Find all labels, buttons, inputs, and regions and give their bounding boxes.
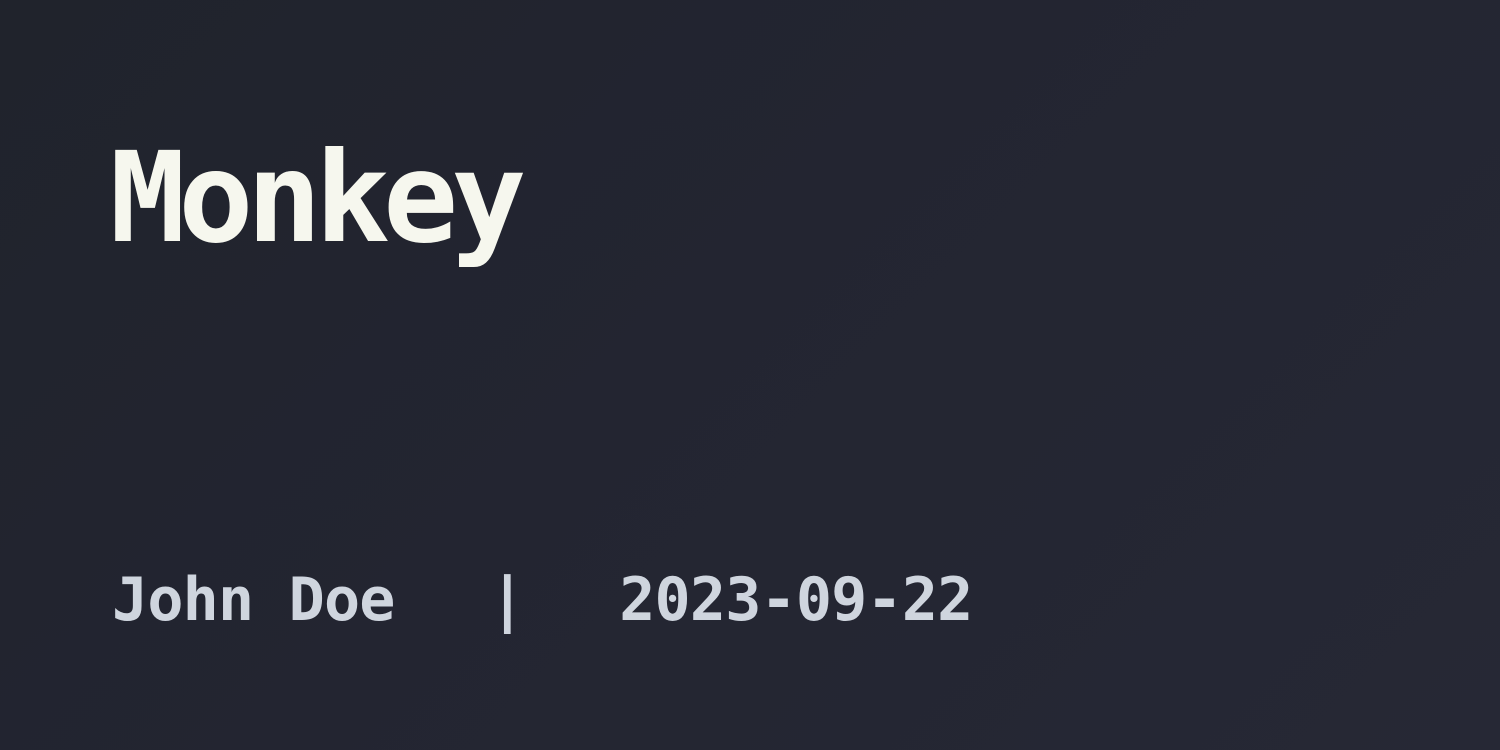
post-meta: John Doe | 2023-09-22 (112, 565, 973, 635)
post-share-card: Monkey John Doe | 2023-09-22 (0, 0, 1500, 750)
meta-separator: | (489, 565, 525, 635)
author-name: John Doe (112, 565, 395, 635)
post-title: Monkey (110, 126, 527, 271)
post-date: 2023-09-22 (619, 565, 973, 635)
